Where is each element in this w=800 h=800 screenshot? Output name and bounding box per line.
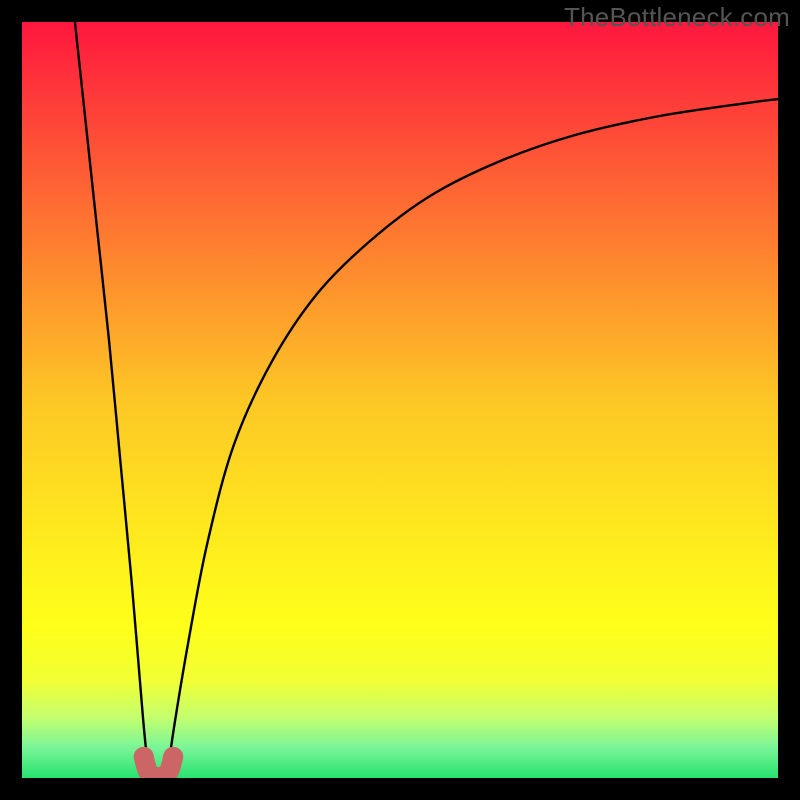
watermark-text: TheBottleneck.com xyxy=(564,2,790,33)
plot-area xyxy=(22,22,778,778)
bottleneck-curve-chart xyxy=(22,22,778,778)
chart-frame: TheBottleneck.com xyxy=(0,0,800,800)
gradient-background xyxy=(22,22,778,778)
